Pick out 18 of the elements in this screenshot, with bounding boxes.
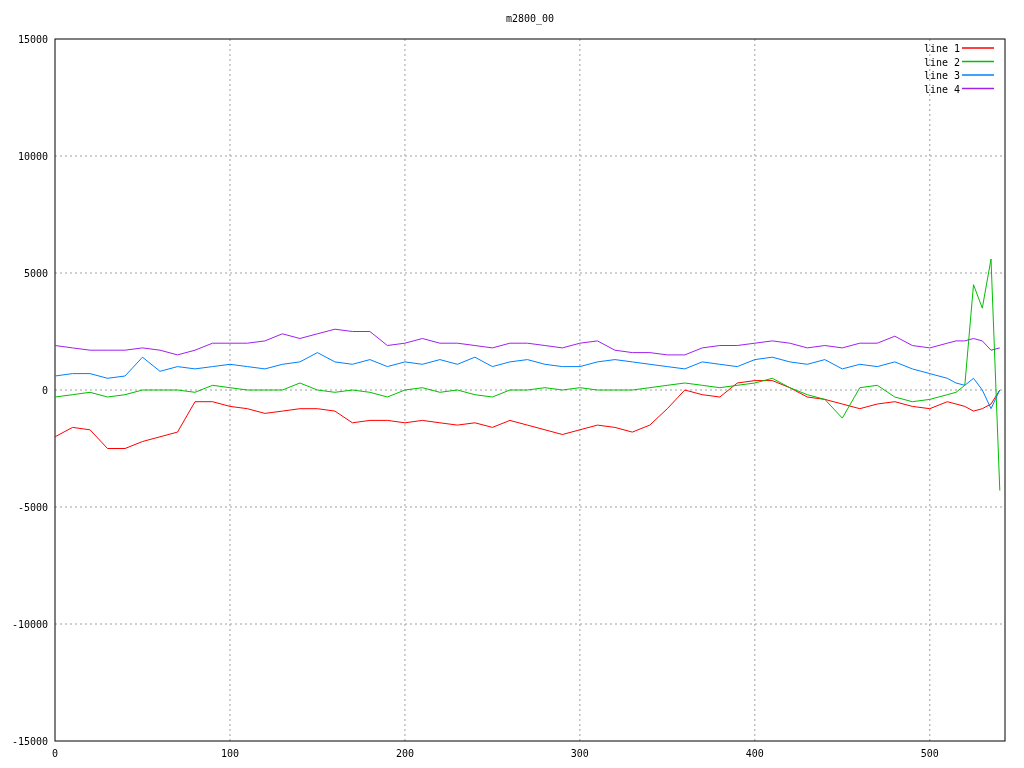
tick-label: 0	[41, 385, 48, 396]
tick-label: 100	[220, 748, 239, 759]
tick-label: 0	[52, 748, 58, 759]
tick-label: 10000	[17, 151, 48, 162]
legend-label: line 4	[923, 83, 960, 95]
tick-label: 500	[920, 748, 939, 759]
legend-label: line 1	[923, 43, 960, 54]
tick-label: 15000	[17, 34, 48, 45]
legend-label: line 3	[923, 70, 960, 81]
tick-label: 200	[395, 748, 414, 759]
tick-label: 400	[745, 748, 764, 759]
tick-label: -15000	[11, 736, 48, 747]
tick-label: 5000	[23, 268, 48, 279]
tick-label: -5000	[17, 502, 48, 513]
chart-title: m2800_00	[505, 13, 555, 24]
tick-label: 300	[570, 748, 589, 759]
tick-label: -10000	[11, 619, 48, 630]
legend-label: line 2	[923, 56, 960, 68]
